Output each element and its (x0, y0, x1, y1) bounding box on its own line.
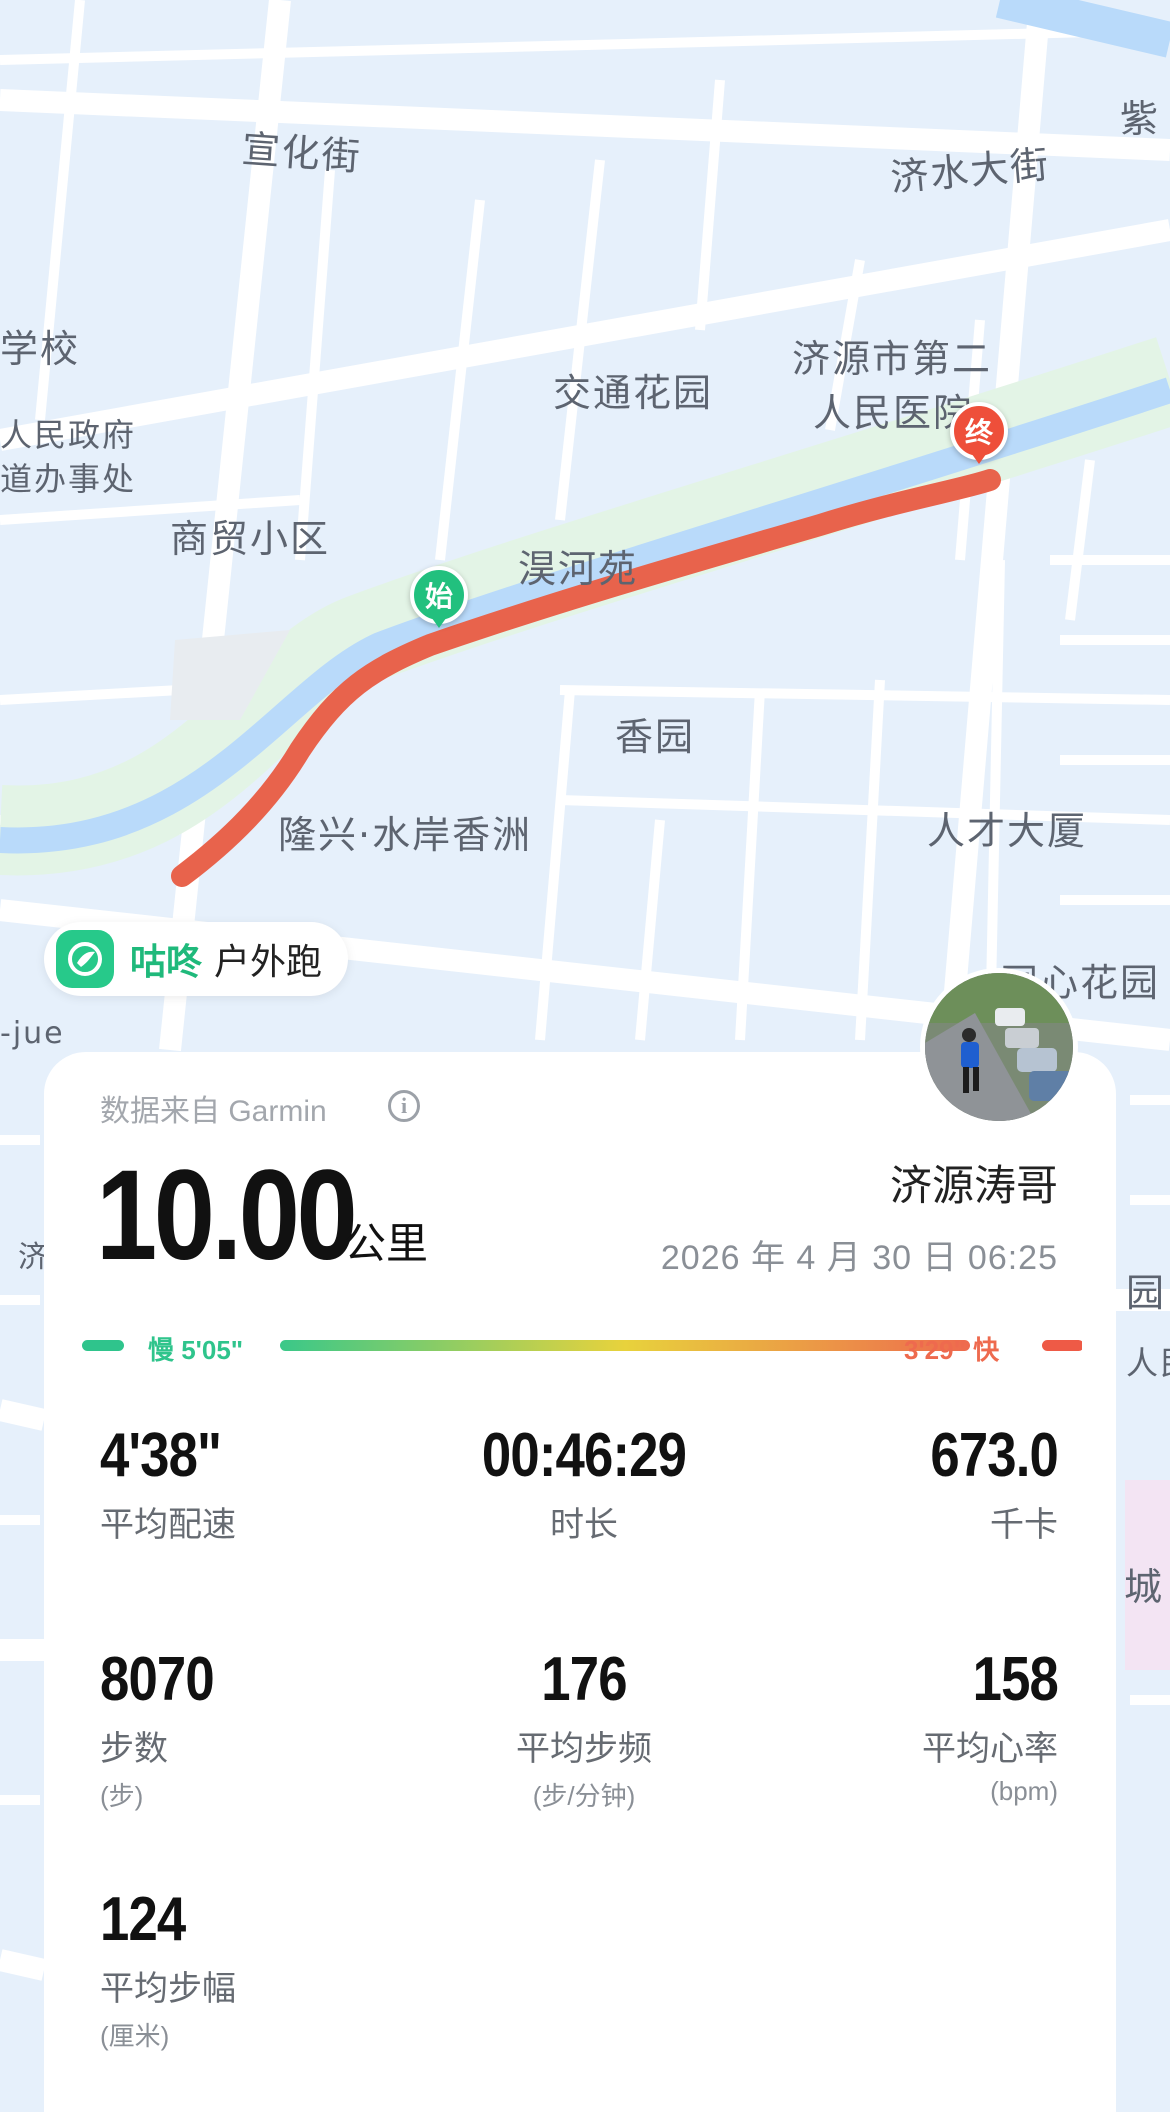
map-label: 城 (1124, 1565, 1165, 1609)
stat-label: 时长 (550, 1506, 618, 1544)
distance-unit: 公里 (344, 1220, 429, 1267)
stat-unit: (步/分钟) (532, 1781, 636, 1811)
user-name: 济源涛哥 (889, 1162, 1058, 1209)
stat-value: 673.0 (930, 1421, 1058, 1490)
map-label: 园 (1126, 1271, 1167, 1315)
start-marker[interactable]: 始 (410, 566, 468, 636)
stat-value: 158 (972, 1645, 1059, 1714)
map-label: 人民医院 (813, 391, 974, 435)
runner-icon (56, 930, 114, 988)
brand-name: 咕咚 (130, 941, 203, 982)
stat-unit: (步) (100, 1781, 144, 1811)
pace-fast-label: 3'29" 快 (904, 1335, 1000, 1365)
stat-label: 平均配速 (100, 1506, 236, 1544)
stat-label: 平均步幅 (100, 1970, 236, 2008)
stat-stride: 124 平均步幅 (厘米) (100, 1884, 440, 2053)
avatar[interactable] (920, 968, 1078, 1126)
stat-label: 平均步频 (516, 1730, 652, 1768)
map-label: 道办事处 (0, 460, 137, 498)
map-label: 济源市第二 (792, 337, 993, 381)
stat-value: 4'38" (100, 1421, 222, 1490)
map-label: 香园 (615, 715, 696, 759)
stat-label: 千卡 (990, 1506, 1058, 1544)
map-label: 学校 (0, 327, 81, 371)
stat-label: 平均心率 (922, 1730, 1058, 1768)
distance-value: 10.00 (96, 1144, 358, 1287)
stat-unit: (厘米) (100, 2021, 170, 2051)
pace-slow-label: 慢 5'05" (148, 1335, 244, 1365)
street-label: 宣化街 (240, 126, 364, 180)
map-label: 商贸小区 (170, 517, 331, 561)
end-marker[interactable]: 终 (950, 402, 1008, 472)
stat-duration: 00:46:29 时长 (414, 1420, 754, 1546)
stat-value: 124 (100, 1885, 186, 1954)
map-label: 人民政府 (0, 416, 137, 454)
stat-steps: 8070 步数 (步) (100, 1644, 440, 1813)
stat-value: 176 (541, 1645, 627, 1714)
stat-cadence: 176 平均步频 (步/分钟) (414, 1644, 754, 1813)
activity-type: 户外跑 (214, 941, 323, 982)
stat-label: 步数 (100, 1730, 168, 1768)
info-icon[interactable]: i (388, 1090, 420, 1122)
app-brand-badge[interactable]: 咕咚 户外跑 (44, 922, 349, 996)
stat-value: 8070 (100, 1645, 215, 1714)
map-label: 隆兴·水岸香洲 (278, 813, 533, 857)
map-label: 淏河苑 (518, 547, 639, 591)
map-label: 人民 (1126, 1344, 1170, 1382)
stat-unit: (bpm) (990, 1776, 1058, 1806)
map-label: 人才大厦 (927, 809, 1088, 853)
stat-value: 00:46:29 (481, 1421, 687, 1490)
data-source-label: 数据来自 Garmin (100, 1095, 327, 1128)
map-label: 紫 (1120, 97, 1161, 141)
map-label: 交通花园 (553, 371, 714, 415)
map-label: -jue (0, 1016, 65, 1051)
activity-datetime: 2026 年 4 月 30 日 06:25 (660, 1239, 1058, 1277)
stat-calories: 673.0 千卡 (718, 1420, 1058, 1546)
stat-heart-rate: 158 平均心率 (bpm) (718, 1644, 1059, 1807)
stat-avg-pace: 4'38" 平均配速 (100, 1420, 440, 1546)
avatar-photo (925, 973, 1073, 1121)
